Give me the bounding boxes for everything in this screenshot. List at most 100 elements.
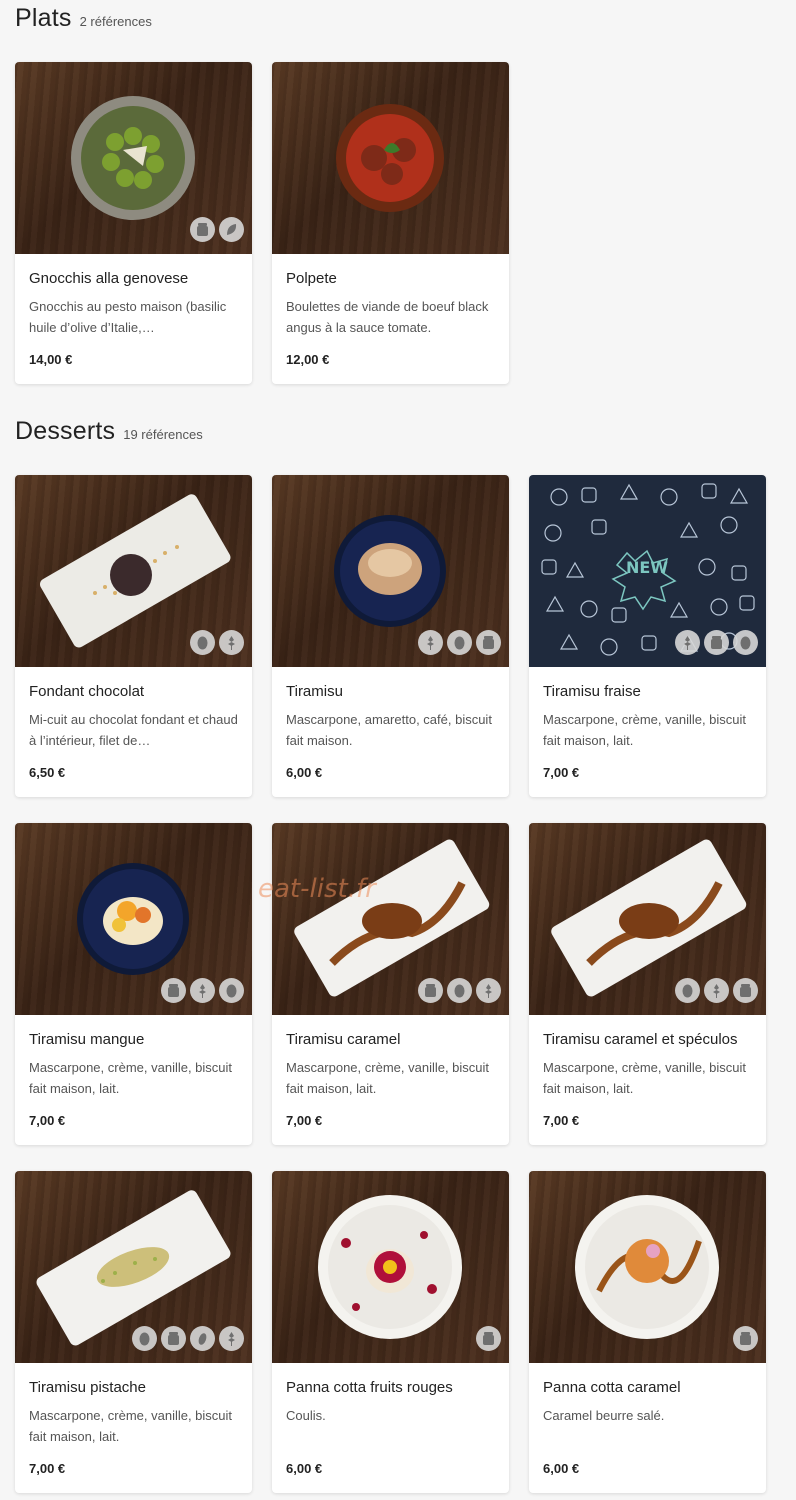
dish-photo [318,1195,462,1339]
allergen-badges [132,1326,244,1351]
allergen-badges [161,978,244,1003]
item-description: Boulettes de viande de boeuf black angus… [286,299,489,335]
jar-icon [733,978,758,1003]
jar-icon [190,217,215,242]
jar-icon [733,1326,758,1351]
allergen-badges [675,978,758,1003]
item-price: 7,00 € [543,765,580,780]
card-image[interactable] [15,823,252,1015]
wheat-icon [476,978,501,1003]
card-body: Gnocchis alla genovese Gnocchis au pesto… [15,254,252,338]
item-description: Mascarpone, amaretto, café, biscuit fait… [286,712,492,748]
card-image[interactable] [529,823,766,1015]
card-body: Tiramisu fraise Mascarpone, crème, vanil… [529,667,766,751]
item-description: Mascarpone, crème, vanille, biscuit fait… [29,1408,233,1444]
item-price: 6,50 € [29,765,66,780]
menu-item-card[interactable]: Tiramisu caramel et spéculos Mascarpone,… [529,823,766,1145]
allergen-badges [733,1326,758,1351]
card-image[interactable] [272,475,509,667]
item-price: 14,00 € [29,352,73,367]
egg-icon [219,978,244,1003]
wheat-icon [675,630,700,655]
menu-item-card[interactable]: Tiramisu caramel Mascarpone, crème, vani… [272,823,509,1145]
allergen-badges [190,217,244,242]
wheat-icon [219,630,244,655]
item-price: 7,00 € [29,1113,66,1128]
item-description: Mi-cuit au chocolat fondant et chaud à l… [29,712,238,748]
item-description: Coulis. [286,1408,326,1423]
menu-item-card[interactable]: Tiramisu pistache Mascarpone, crème, van… [15,1171,252,1493]
egg-icon [190,630,215,655]
card-body: Fondant chocolat Mi-cuit au chocolat fon… [15,667,252,751]
card-image[interactable] [272,1171,509,1363]
menu-item-card[interactable]: Tiramisu Mascarpone, amaretto, café, bis… [272,475,509,797]
menu-item-card[interactable]: Tiramisu mangue Mascarpone, crème, vanil… [15,823,252,1145]
item-price: 6,00 € [543,1461,580,1476]
egg-icon [132,1326,157,1351]
card-image[interactable] [272,62,509,254]
menu-item-card[interactable]: Panna cotta fruits rouges Coulis. 6,00 € [272,1171,509,1493]
item-price: 7,00 € [543,1113,580,1128]
card-image[interactable] [15,1171,252,1363]
leaf-icon [219,217,244,242]
jar-icon [161,978,186,1003]
item-price: 6,00 € [286,1461,323,1476]
card-body: Tiramisu Mascarpone, amaretto, café, bis… [272,667,509,751]
allergen-badges [675,630,758,655]
item-description: Caramel beurre salé. [543,1408,665,1423]
wheat-icon [219,1326,244,1351]
wheat-icon [190,978,215,1003]
section-count: 2 références [79,14,152,29]
jar-icon [476,630,501,655]
section-count: 19 références [123,427,203,442]
card-image[interactable] [15,475,252,667]
item-name: Panna cotta fruits rouges [286,1379,453,1396]
allergen-badges [190,630,244,655]
wheat-icon [418,630,443,655]
item-description: Mascarpone, crème, vanille, biscuit fait… [286,1060,490,1096]
section-header-plats: Plats 2 références [15,4,152,33]
card-body: Tiramisu caramel Mascarpone, crème, vani… [272,1015,509,1099]
item-description: Mascarpone, crème, vanille, biscuit fait… [29,1060,233,1096]
item-description: Mascarpone, crème, vanille, biscuit fait… [543,712,747,748]
egg-icon [447,630,472,655]
card-image[interactable] [272,823,509,1015]
item-name: Tiramisu mangue [29,1031,145,1048]
card-image[interactable] [15,62,252,254]
item-name: Tiramisu pistache [29,1379,146,1396]
menu-item-card[interactable]: Polpete Boulettes de viande de boeuf bla… [272,62,509,384]
item-name: Gnocchis alla genovese [29,270,189,287]
dish-photo [575,1195,719,1339]
item-name: Panna cotta caramel [543,1379,681,1396]
nut-icon [190,1326,215,1351]
item-price: 12,00 € [286,352,330,367]
card-body: Polpete Boulettes de viande de boeuf bla… [272,254,509,338]
menu-item-card[interactable]: Gnocchis alla genovese Gnocchis au pesto… [15,62,252,384]
card-body: Tiramisu caramel et spéculos Mascarpone,… [529,1015,766,1099]
menu-item-card[interactable]: NEW Tiramisu fraise Mascarpone, crème, v… [529,475,766,797]
menu-item-card[interactable]: Fondant chocolat Mi-cuit au chocolat fon… [15,475,252,797]
egg-icon [675,978,700,1003]
jar-icon [418,978,443,1003]
section-title: Plats [15,4,72,32]
section-header-desserts: Desserts 19 références [15,417,203,446]
item-name: Tiramisu caramel [286,1031,401,1048]
card-image[interactable]: NEW [529,475,766,667]
watermark: eat-list.fr [258,874,376,904]
item-name: Tiramisu [286,683,343,700]
allergen-badges [418,630,501,655]
item-name: Fondant chocolat [29,683,145,700]
egg-icon [733,630,758,655]
section-title: Desserts [15,417,116,445]
jar-icon [161,1326,186,1351]
wheat-icon [704,978,729,1003]
item-price: 7,00 € [286,1113,323,1128]
card-body: Tiramisu mangue Mascarpone, crème, vanil… [15,1015,252,1099]
item-price: 7,00 € [29,1461,66,1476]
item-description: Gnocchis au pesto maison (basilic huile … [29,299,227,335]
new-label: NEW [626,558,668,577]
card-body: Tiramisu pistache Mascarpone, crème, van… [15,1363,252,1447]
card-image[interactable] [529,1171,766,1363]
menu-item-card[interactable]: Panna cotta caramel Caramel beurre salé.… [529,1171,766,1493]
egg-icon [447,978,472,1003]
